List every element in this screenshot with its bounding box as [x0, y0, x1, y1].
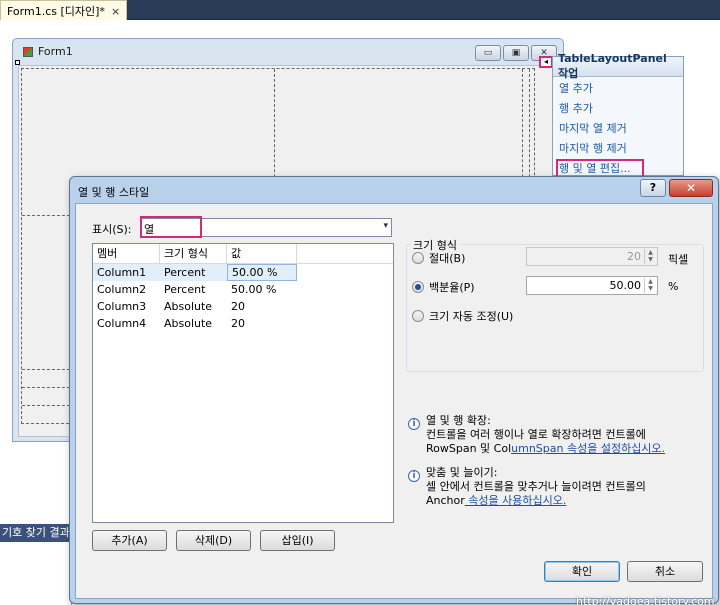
percent-value-input[interactable]: 50.00 ▲ ▼ [526, 276, 658, 295]
cell-size-type: Percent [164, 283, 206, 296]
cell-size-type: Absolute [164, 300, 213, 313]
table-row[interactable]: Column2 Percent 50.00 % [93, 281, 393, 298]
close-icon[interactable]: ✕ [669, 179, 713, 197]
dialog-titlebar[interactable]: 열 및 행 스타일 ? ✕ [70, 177, 718, 203]
form-title-text: Form1 [38, 45, 73, 58]
tablelayoutpanel-tasks-panel: TableLayoutPanel 작업 열 추가 행 추가 마지막 열 제거 마… [552, 52, 684, 179]
show-label: 표시(S): [92, 223, 132, 236]
smart-tag-icon[interactable]: ◂ [539, 56, 553, 68]
autosize-radio[interactable] [412, 310, 424, 322]
cell-value: 50.00 % [231, 283, 277, 296]
header-size-type[interactable]: 크기 형식 [160, 244, 227, 264]
header-filler [297, 244, 393, 264]
document-tab-label: Form1.cs [디자인]* [7, 5, 105, 18]
info-icon: i [408, 470, 420, 482]
ok-button[interactable]: 확인 [544, 561, 620, 582]
header-member[interactable]: 멤버 [93, 244, 160, 264]
table-row[interactable]: Column1 Percent 50.00 % [93, 264, 393, 281]
header-value[interactable]: 값 [227, 244, 297, 264]
absolute-option[interactable]: 절대(B) [412, 250, 465, 266]
form-title: Form1 [23, 45, 73, 58]
chevron-down-icon[interactable]: ▾ [383, 221, 388, 231]
show-dropdown[interactable]: 열 ▾ [140, 216, 392, 238]
pixel-unit-label: 픽셀 [668, 253, 689, 266]
cancel-button[interactable]: 취소 [627, 561, 703, 582]
table-row[interactable]: Column4 Absolute 20 [93, 315, 393, 332]
percent-radio[interactable] [412, 281, 424, 293]
autosize-option[interactable]: 크기 자동 조정(U) [412, 308, 513, 324]
maximize-icon[interactable]: ▣ [503, 45, 529, 61]
cell-value: 20 [231, 317, 245, 330]
percent-label: 백분율(P) [429, 281, 475, 294]
selection-handle[interactable] [15, 60, 20, 65]
autosize-label: 크기 자동 조정(U) [429, 310, 514, 323]
percent-value: 50.00 [609, 279, 642, 292]
info-anchor-text: 맞춤 및 늘이기: 셀 안에서 컨트롤을 맞추거나 늘이려면 컨트롤의 Anch… [426, 466, 646, 508]
cell-member: Column4 [97, 317, 147, 330]
info-anchor-title: 맞춤 및 늘이기: [426, 466, 498, 479]
cell-member: Column2 [97, 283, 147, 296]
grid-header: 멤버 크기 형식 값 [93, 244, 393, 264]
cell-size-type: Percent [160, 264, 227, 281]
dialog-body: 표시(S): 열 ▾ 멤버 크기 형식 값 Column1 Percent 50… [75, 203, 715, 605]
info-span-line2-prefix: RowSpan 및 Col [426, 442, 512, 455]
dialog-title: 열 및 행 스타일 [78, 186, 150, 199]
add-button[interactable]: 추가(A) [92, 530, 167, 551]
rowspan-columnspan-link[interactable]: umnSpan 속성을 설정하십시오. [511, 442, 665, 455]
insert-button[interactable]: 삽입(I) [260, 530, 335, 551]
info-icon: i [408, 418, 420, 430]
cell-value: 50.00 % [227, 264, 297, 281]
table-row[interactable]: Column3 Absolute 20 [93, 298, 393, 315]
find-symbol-results-window: 기호 찾기 결과 [0, 524, 72, 605]
close-tab-icon[interactable]: × [111, 5, 120, 18]
delete-button[interactable]: 삭제(D) [176, 530, 251, 551]
task-add-row[interactable]: 행 추가 [559, 99, 677, 119]
info-span-line1: 컨트롤을 여러 행이나 열로 확장하려면 컨트롤에 [426, 428, 646, 441]
cell-size-type: Absolute [164, 317, 213, 330]
task-remove-last-row[interactable]: 마지막 행 제거 [559, 139, 677, 159]
info-anchor-line2-prefix: Anchor [426, 494, 465, 507]
highlight-box [140, 216, 202, 238]
form-icon [23, 46, 33, 57]
tool-window-title[interactable]: 기호 찾기 결과 [0, 524, 71, 542]
styles-grid[interactable]: 멤버 크기 형식 값 Column1 Percent 50.00 % Colum… [92, 243, 394, 523]
task-add-column[interactable]: 열 추가 [559, 79, 677, 99]
watermark-text: http://vadgea.tistory.com [576, 595, 715, 605]
absolute-radio[interactable] [412, 252, 424, 264]
task-remove-last-column[interactable]: 마지막 열 제거 [559, 119, 677, 139]
spinner-arrows-icon[interactable]: ▲ ▼ [644, 278, 656, 293]
minimize-icon[interactable]: ▭ [475, 45, 501, 61]
info-span-title: 열 및 행 확장: [426, 414, 491, 427]
absolute-value-input: 20 ▲ ▼ [526, 247, 658, 266]
cell-member: Column3 [97, 300, 147, 313]
anchor-property-link[interactable]: 속성을 사용하십시오. [465, 494, 566, 507]
info-span-line2: RowSpan 및 ColumnSpan 속성을 설정하십시오. [426, 442, 665, 456]
info-span-text: 열 및 행 확장: 컨트롤을 여러 행이나 열로 확장하려면 컨트롤에 RowS… [426, 414, 665, 456]
document-tab-form1[interactable]: Form1.cs [디자인]* × [0, 0, 128, 21]
percent-unit-label: % [668, 280, 679, 293]
tasks-panel-title: TableLayoutPanel 작업 [553, 52, 683, 80]
cell-member: Column1 [93, 264, 160, 281]
percent-option[interactable]: 백분율(P) [412, 279, 475, 295]
spinner-arrows-icon: ▲ ▼ [644, 249, 656, 264]
help-icon[interactable]: ? [640, 179, 666, 197]
cell-value: 20 [231, 300, 245, 313]
info-anchor-line2: Anchor 속성을 사용하십시오. [426, 494, 646, 508]
column-row-styles-dialog: 열 및 행 스타일 ? ✕ 표시(S): 열 ▾ 멤버 크기 형식 값 Colu… [69, 176, 719, 605]
absolute-value: 20 [627, 250, 641, 263]
absolute-label: 절대(B) [429, 252, 466, 265]
info-anchor-line1: 셀 안에서 컨트롤을 맞추거나 늘이려면 컨트롤의 [426, 480, 646, 493]
